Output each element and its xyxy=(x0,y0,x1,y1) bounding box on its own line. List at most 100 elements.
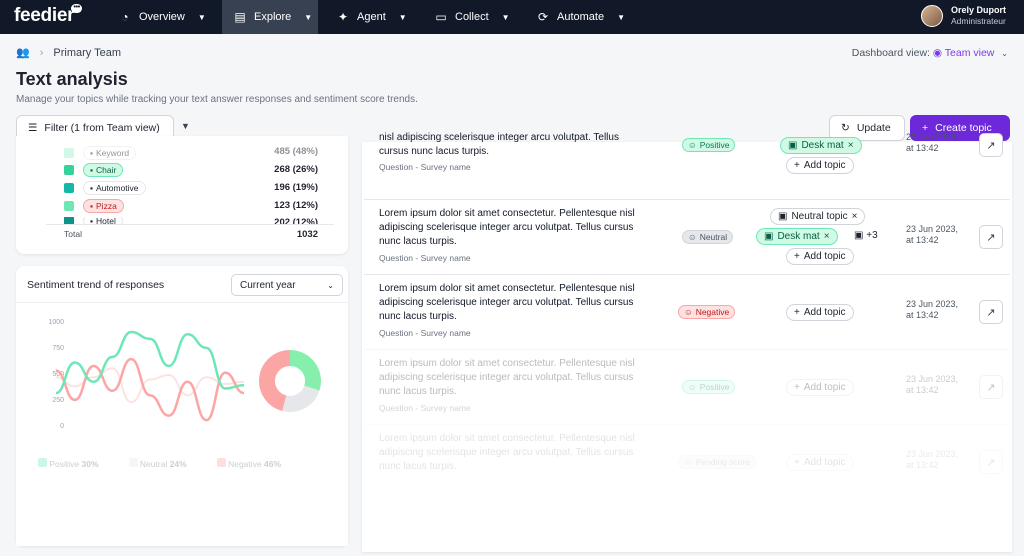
responses-panel: nisl adipiscing scelerisque integer arcu… xyxy=(362,132,1012,552)
legend-neutral: Neutral 24% xyxy=(128,458,187,469)
response-date: 23 Jun 2023, at 13:42 xyxy=(906,224,959,245)
tag-icon: ▪ xyxy=(90,183,94,193)
fade-overlay xyxy=(362,487,1012,552)
response-date: 23 Jun 2023, at 13:42 xyxy=(906,374,959,395)
user-name: Orely Duport xyxy=(950,5,1006,15)
response-text: Lorem ipsum dolor sit amet consectetur. … xyxy=(379,433,635,472)
response-date: 23 Jun 2023, at 13:42 xyxy=(906,299,959,320)
topic-tag: ▪ Keyword xyxy=(83,146,137,160)
document-icon: ▤ xyxy=(234,10,246,24)
sentiment-face-icon: ☺ xyxy=(688,140,697,150)
team-icon: 👥 xyxy=(16,47,30,59)
chevron-down-icon: ▼ xyxy=(304,12,313,22)
chevron-down-icon: ⌄ xyxy=(1001,49,1008,58)
add-topic-button[interactable]: + Add topic xyxy=(786,157,854,174)
topic-row[interactable]: ▪ Keyword xyxy=(64,146,137,160)
feedier-logo[interactable]: feedier ••• xyxy=(14,4,83,27)
total-value: 1032 xyxy=(296,229,318,240)
sentiment-line-chart xyxy=(55,330,321,422)
chevron-down-icon: ▼ xyxy=(398,12,407,22)
sentiment-face-icon: ☺ xyxy=(684,307,693,317)
filter-icon: ☰ xyxy=(28,122,38,134)
response-row[interactable]: nisl adipiscing scelerisque integer arcu… xyxy=(364,126,1010,201)
topic-chip[interactable]: ▣ Desk mat × xyxy=(780,137,862,154)
tag-icon: ▪ xyxy=(90,201,94,211)
topic-row[interactable]: ▪ Pizza xyxy=(64,199,124,213)
topic-tag: ▪ Chair xyxy=(83,163,124,177)
response-text: Lorem ipsum dolor sit amet consectetur. … xyxy=(379,358,635,397)
gauge-icon: ◔ xyxy=(121,10,129,24)
filter-dropdown-caret-icon[interactable]: ▼ xyxy=(181,121,190,131)
add-topic-button[interactable]: + Add topic xyxy=(786,304,854,321)
response-row[interactable]: Lorem ipsum dolor sit amet consectetur. … xyxy=(364,274,1010,349)
topic-tag: ▪ Automotive xyxy=(83,181,146,195)
nav-agent[interactable]: ✦ Agent ▼ xyxy=(328,0,418,34)
plus-icon: + xyxy=(794,251,800,262)
topic-tag: ▪ Pizza xyxy=(83,199,124,213)
dashboard-view-selector[interactable]: Dashboard view: ◉ Team view ⌄ xyxy=(852,47,1008,59)
response-meta: Question - Survey name xyxy=(379,162,471,172)
sentiment-badge: ☺ Neutral xyxy=(682,230,734,244)
legend-positive: Positive 30% xyxy=(38,458,99,469)
dashboard-view-value: Team view xyxy=(944,47,995,59)
response-meta: Question - Survey name xyxy=(379,253,471,263)
nav-explore[interactable]: ▤ Explore ▼ xyxy=(222,0,318,34)
topic-row[interactable]: ▪ Automotive xyxy=(64,181,146,195)
top-nav: feedier ••• ◔ Overview ▼ ▤ Explore ▼ ✦ Agent ▼ … xyxy=(0,0,1024,34)
response-row[interactable]: Lorem ipsum dolor sit amet consectetur. … xyxy=(364,199,1010,274)
topics-card: ▪ Keyword 485 (48%) ▪ Chair 268 (26%) ▪ Aut… xyxy=(16,136,348,254)
chevron-right-icon: › xyxy=(39,46,44,59)
chat-icon: ▣ xyxy=(778,211,788,222)
user-role: Administrateur xyxy=(950,16,1006,26)
nav-overview[interactable]: ◔ Overview ▼ xyxy=(108,0,216,34)
donut-slice-neutral xyxy=(282,385,320,412)
chat-icon: ▣ xyxy=(788,140,798,151)
breadcrumb-team[interactable]: Primary Team xyxy=(53,47,121,59)
plus-icon: + xyxy=(794,307,800,318)
plus-icon: + xyxy=(794,457,800,468)
sentiment-face-icon: ☺ xyxy=(684,457,693,467)
response-date: 23 Jun 2023, at 13:42 xyxy=(906,132,959,153)
close-icon[interactable]: × xyxy=(852,211,858,222)
page-subtitle: Manage your topics while tracking your t… xyxy=(16,94,418,105)
response-text: nisl adipiscing scelerisque integer arcu… xyxy=(379,132,619,157)
add-topic-button[interactable]: + Add topic xyxy=(786,379,854,396)
divider xyxy=(46,224,334,225)
topic-chip[interactable]: ▣ Desk mat × xyxy=(756,228,838,245)
topic-row[interactable]: ▪ Chair xyxy=(64,163,124,177)
add-topic-button[interactable]: + Add topic xyxy=(786,248,854,265)
donut-slice-positive xyxy=(289,350,321,391)
legend-negative: Negative 46% xyxy=(216,458,281,469)
topic-value: 196 (19%) xyxy=(274,182,318,193)
close-icon[interactable]: × xyxy=(848,140,854,151)
response-date: 23 Jun 2023, at 13:42 xyxy=(906,449,959,470)
sentiment-badge: ☺ Positive xyxy=(682,380,736,394)
open-external-icon[interactable]: ↗ xyxy=(979,133,1003,157)
sentiment-face-icon: ☺ xyxy=(688,232,697,242)
topic-value: 123 (12%) xyxy=(274,200,318,211)
open-external-icon[interactable]: ↗ xyxy=(979,450,1003,474)
chat-icon: ▣ xyxy=(854,230,864,241)
color-swatch xyxy=(64,148,74,158)
close-icon[interactable]: × xyxy=(824,231,830,242)
plus-icon: + xyxy=(794,382,800,393)
nav-collect[interactable]: ▭ Collect ▼ xyxy=(426,0,526,34)
open-external-icon[interactable]: ↗ xyxy=(979,300,1003,324)
response-text: Lorem ipsum dolor sit amet consectetur. … xyxy=(379,208,635,247)
response-text: Lorem ipsum dolor sit amet consectetur. … xyxy=(379,283,635,322)
tag-icon: ▪ xyxy=(90,148,94,158)
response-row[interactable]: Lorem ipsum dolor sit amet consectetur. … xyxy=(364,349,1010,424)
topic-chip[interactable]: ▣ Neutral topic × xyxy=(770,208,866,225)
chevron-down-icon: ▼ xyxy=(197,12,206,22)
add-topic-button[interactable]: + Add topic xyxy=(786,454,854,471)
nav-automate[interactable]: ⟳ Automate ▼ xyxy=(528,0,638,34)
response-meta: Question - Survey name xyxy=(379,328,471,338)
open-external-icon[interactable]: ↗ xyxy=(979,225,1003,249)
open-external-icon[interactable]: ↗ xyxy=(979,375,1003,399)
user-menu[interactable]: Orely Duport Administrateur xyxy=(920,5,1006,27)
plus-icon: + xyxy=(794,160,800,171)
avatar xyxy=(920,5,943,27)
chat-icon: ▭ xyxy=(435,10,447,24)
trend-legend: Positive 30% Neutral 24% Negative 46% xyxy=(38,458,281,469)
more-topics[interactable]: ▣ +3 xyxy=(854,230,878,241)
